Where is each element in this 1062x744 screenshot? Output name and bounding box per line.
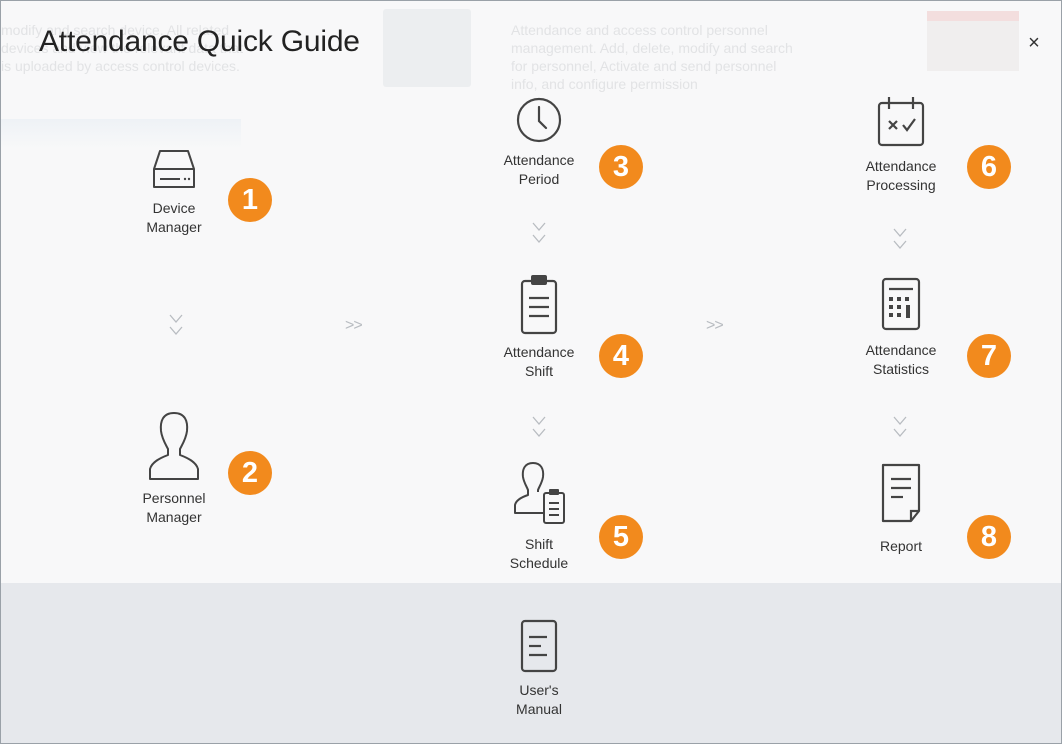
chevron-down-icon xyxy=(892,227,908,253)
chevron-down-icon xyxy=(531,415,547,441)
clipboard-icon xyxy=(520,275,558,335)
step-badge: 1 xyxy=(228,178,272,222)
step-label: Attendance Statistics xyxy=(865,342,937,377)
flow-arrow-right-icon: >> xyxy=(345,317,363,334)
person-icon xyxy=(149,412,199,480)
calendar-check-icon xyxy=(877,97,925,147)
flow-arrow-right-icon: >> xyxy=(706,317,724,334)
step-label: Attendance Processing xyxy=(865,158,937,193)
step-personnel-manager[interactable]: Personnel Manager xyxy=(119,409,229,527)
step-attendance-shift[interactable]: Attendance Shift xyxy=(481,271,597,381)
chevron-down-icon xyxy=(531,221,547,247)
step-badge: 3 xyxy=(599,145,643,189)
manual-document-icon xyxy=(520,619,558,673)
report-document-icon xyxy=(881,463,921,523)
device-drive-icon xyxy=(153,150,195,188)
quick-guide-dialog: modify and search device. All related de… xyxy=(0,0,1062,744)
background-glow xyxy=(1,119,241,149)
background-red-strip xyxy=(927,11,1019,21)
chevron-down-icon xyxy=(892,415,908,441)
step-device-manager[interactable]: Device Manager xyxy=(119,147,229,237)
close-button[interactable]: × xyxy=(1023,33,1045,55)
users-manual-label: User's Manual xyxy=(516,682,562,717)
step-badge: 7 xyxy=(967,334,1011,378)
users-manual-link[interactable]: User's Manual xyxy=(481,617,597,719)
step-badge: 5 xyxy=(599,515,643,559)
step-label: Personnel Manager xyxy=(142,490,206,525)
step-badge: 8 xyxy=(967,515,1011,559)
step-badge: 2 xyxy=(228,451,272,495)
step-label: Attendance Shift xyxy=(503,344,575,379)
background-thumbnail xyxy=(383,9,471,87)
step-shift-schedule[interactable]: Shift Schedule xyxy=(481,459,597,573)
step-attendance-processing[interactable]: Attendance Processing xyxy=(841,93,961,195)
step-label: Shift Schedule xyxy=(509,536,569,571)
person-schedule-icon xyxy=(514,462,565,524)
step-label: Report xyxy=(879,538,923,554)
chevron-down-icon xyxy=(168,313,184,339)
step-attendance-statistics[interactable]: Attendance Statistics xyxy=(841,273,961,379)
clock-icon xyxy=(516,97,562,143)
step-label: Device Manager xyxy=(146,200,202,235)
dialog-title: Attendance Quick Guide xyxy=(39,25,360,58)
step-attendance-period[interactable]: Attendance Period xyxy=(481,95,597,189)
step-badge: 4 xyxy=(599,334,643,378)
step-report[interactable]: Report xyxy=(841,461,961,556)
step-label: Attendance Period xyxy=(503,152,575,187)
calculator-icon xyxy=(881,277,921,331)
background-text-center: Attendance and access control personnel … xyxy=(511,22,793,92)
step-badge: 6 xyxy=(967,145,1011,189)
